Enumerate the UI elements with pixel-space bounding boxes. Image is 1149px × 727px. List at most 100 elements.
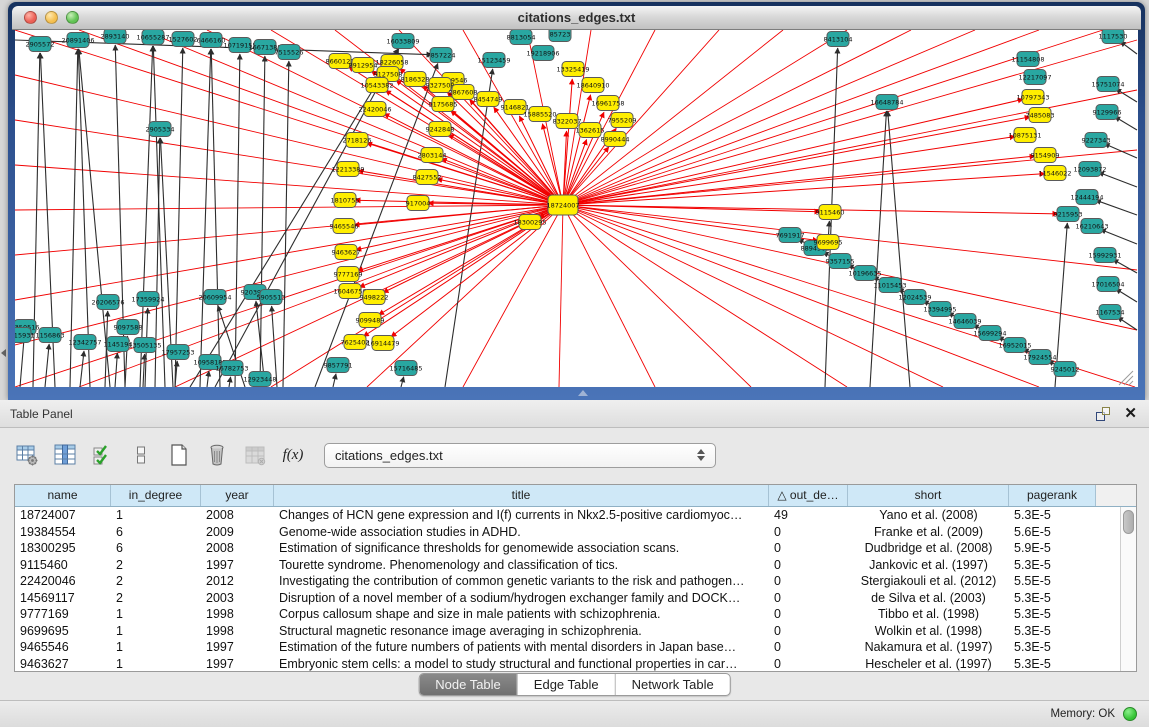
graph-node[interactable]: 17359924 [131, 292, 164, 307]
cell-short[interactable]: Stergiakouli et al. (2012) [848, 573, 1009, 590]
panel-collapse-arrow-icon[interactable] [1, 349, 6, 357]
graph-node[interactable]: 7625402 [341, 335, 370, 350]
cell-pagerank[interactable]: 5.5E-5 [1009, 573, 1096, 590]
graph-node[interactable]: 9777169 [334, 267, 363, 282]
cell-indegree[interactable]: 1 [111, 507, 201, 524]
table-row[interactable]: 2242004622012Investigating the contribut… [15, 573, 1136, 590]
graph-node[interactable]: 7515526 [275, 45, 304, 60]
cell-indegree[interactable]: 1 [111, 623, 201, 640]
cell-pagerank[interactable]: 5.3E-5 [1009, 507, 1096, 524]
graph-node[interactable]: 9175685 [429, 97, 458, 112]
cell-short[interactable]: Tibbo et al. (1998) [848, 606, 1009, 623]
graph-node[interactable]: 10797343 [1016, 90, 1049, 105]
cell-pagerank[interactable]: 5.3E-5 [1009, 557, 1096, 574]
graph-node[interactable]: 7485083 [1026, 108, 1055, 123]
graph-node[interactable]: 1156863 [36, 328, 65, 343]
close-panel-icon[interactable]: ✕ [1124, 406, 1137, 421]
graph-node[interactable]: 7691917 [776, 228, 805, 243]
graph-node[interactable]: 15751074 [1091, 77, 1124, 92]
cell-year[interactable]: 1998 [201, 623, 274, 640]
cell-outde[interactable]: 0 [769, 623, 848, 640]
cell-indegree[interactable]: 6 [111, 540, 201, 557]
import-table-icon[interactable] [242, 442, 268, 468]
graph-node[interactable]: 13325419 [556, 62, 589, 77]
graph-node[interactable]: 1167534 [1096, 305, 1125, 320]
float-window-icon[interactable] [1096, 407, 1110, 421]
graph-node[interactable]: 8427552 [413, 170, 442, 185]
cell-indegree[interactable]: 1 [111, 656, 201, 672]
graph-node[interactable]: 16914479 [366, 336, 399, 351]
cell-title[interactable]: Structural magnetic resonance image aver… [274, 623, 769, 640]
graph-node[interactable]: 9227343 [1082, 133, 1111, 148]
network-window-titlebar[interactable]: citations_edges.txt [12, 6, 1141, 30]
cell-title[interactable]: Estimation of significance thresholds fo… [274, 540, 769, 557]
select-column-icon[interactable] [52, 442, 78, 468]
cell-name[interactable]: 14569117 [15, 590, 111, 607]
cell-outde[interactable]: 0 [769, 590, 848, 607]
graph-node[interactable]: 6466160 [197, 33, 226, 48]
cell-year[interactable]: 1997 [201, 557, 274, 574]
graph-node[interactable]: 9463627 [332, 245, 361, 260]
cell-year[interactable]: 2009 [201, 524, 274, 541]
cell-name[interactable]: 22420046 [15, 573, 111, 590]
graph-node[interactable]: 2893140 [101, 30, 130, 44]
graph-node-hub[interactable]: 18724007 [546, 195, 579, 215]
cell-title[interactable]: Estimation of the future numbers of pati… [274, 639, 769, 656]
graph-node[interactable]: 12923448 [243, 372, 276, 387]
cell-year[interactable]: 1997 [201, 656, 274, 672]
cell-pagerank[interactable]: 5.3E-5 [1009, 606, 1096, 623]
graph-node[interactable]: 16648784 [870, 95, 903, 110]
graph-node[interactable]: 8990444 [601, 132, 630, 147]
cell-name[interactable]: 9777169 [15, 606, 111, 623]
cell-indegree[interactable]: 1 [111, 639, 201, 656]
table-selector[interactable]: citations_edges.txt [324, 443, 716, 468]
graph-node[interactable]: 8413104 [824, 32, 853, 47]
cell-indegree[interactable]: 2 [111, 557, 201, 574]
cell-title[interactable]: Corpus callosum shape and size in male p… [274, 606, 769, 623]
cell-outde[interactable]: 0 [769, 639, 848, 656]
cell-title[interactable]: Genome-wide association studies in ADHD. [274, 524, 769, 541]
column-header-outde[interactable]: △ out_de… [769, 485, 848, 506]
cell-short[interactable]: Jankovic et al. (1997) [848, 557, 1009, 574]
network-canvas[interactable]: 1872400729055722089140628931401065528715… [15, 30, 1138, 387]
graph-node[interactable]: 10655287 [136, 30, 169, 45]
cell-title[interactable]: Disruption of a novel member of a sodium… [274, 590, 769, 607]
graph-node[interactable]: 19218906 [526, 46, 559, 61]
table-row[interactable]: 977716911998Corpus callosum shape and si… [15, 606, 1136, 623]
cell-year[interactable]: 1998 [201, 606, 274, 623]
cell-outde[interactable]: 0 [769, 573, 848, 590]
graph-node[interactable]: 11546022 [1038, 166, 1071, 181]
cell-year[interactable]: 2008 [201, 540, 274, 557]
cell-indegree[interactable]: 6 [111, 524, 201, 541]
cell-name[interactable]: 19384554 [15, 524, 111, 541]
cell-indegree[interactable]: 2 [111, 573, 201, 590]
graph-node[interactable]: 1810755 [331, 193, 360, 208]
column-header-short[interactable]: short [848, 485, 1009, 506]
graph-node[interactable]: 9115460 [816, 205, 845, 220]
delete-table-icon[interactable] [204, 442, 230, 468]
graph-node[interactable]: 9857791 [324, 358, 353, 373]
graph-node[interactable]: 16210643 [1075, 219, 1108, 234]
column-header-indegree[interactable]: in_degree [111, 485, 201, 506]
graph-node[interactable]: 1117530 [1099, 30, 1128, 44]
splitter-handle-icon[interactable] [578, 390, 588, 396]
graph-node[interactable]: 9357155 [826, 254, 855, 269]
table-row[interactable]: 1938455462009Genome-wide association stu… [15, 524, 1136, 541]
graph-node[interactable]: 11154808 [1011, 52, 1044, 67]
graph-node[interactable]: 1527602 [169, 32, 198, 47]
graph-node[interactable]: 9154909 [1031, 148, 1060, 163]
cell-year[interactable]: 1997 [201, 639, 274, 656]
select-all-icon[interactable] [90, 442, 116, 468]
cell-pagerank[interactable]: 5.6E-5 [1009, 524, 1096, 541]
tab-edge-table[interactable]: Edge Table [518, 674, 616, 695]
table-row[interactable]: 1830029562008Estimation of significance … [15, 540, 1136, 557]
graph-node[interactable]: 15992931 [1088, 248, 1121, 263]
graph-node[interactable]: 2905334 [146, 122, 175, 137]
cell-year[interactable]: 2012 [201, 573, 274, 590]
cell-title[interactable]: Changes of HCN gene expression and I(f) … [274, 507, 769, 524]
cell-pagerank[interactable]: 5.3E-5 [1009, 639, 1096, 656]
cell-pagerank[interactable]: 5.9E-5 [1009, 540, 1096, 557]
graph-node[interactable]: 2905572 [26, 37, 55, 52]
cell-short[interactable]: Wolkin et al. (1998) [848, 623, 1009, 640]
cell-outde[interactable]: 0 [769, 656, 848, 672]
